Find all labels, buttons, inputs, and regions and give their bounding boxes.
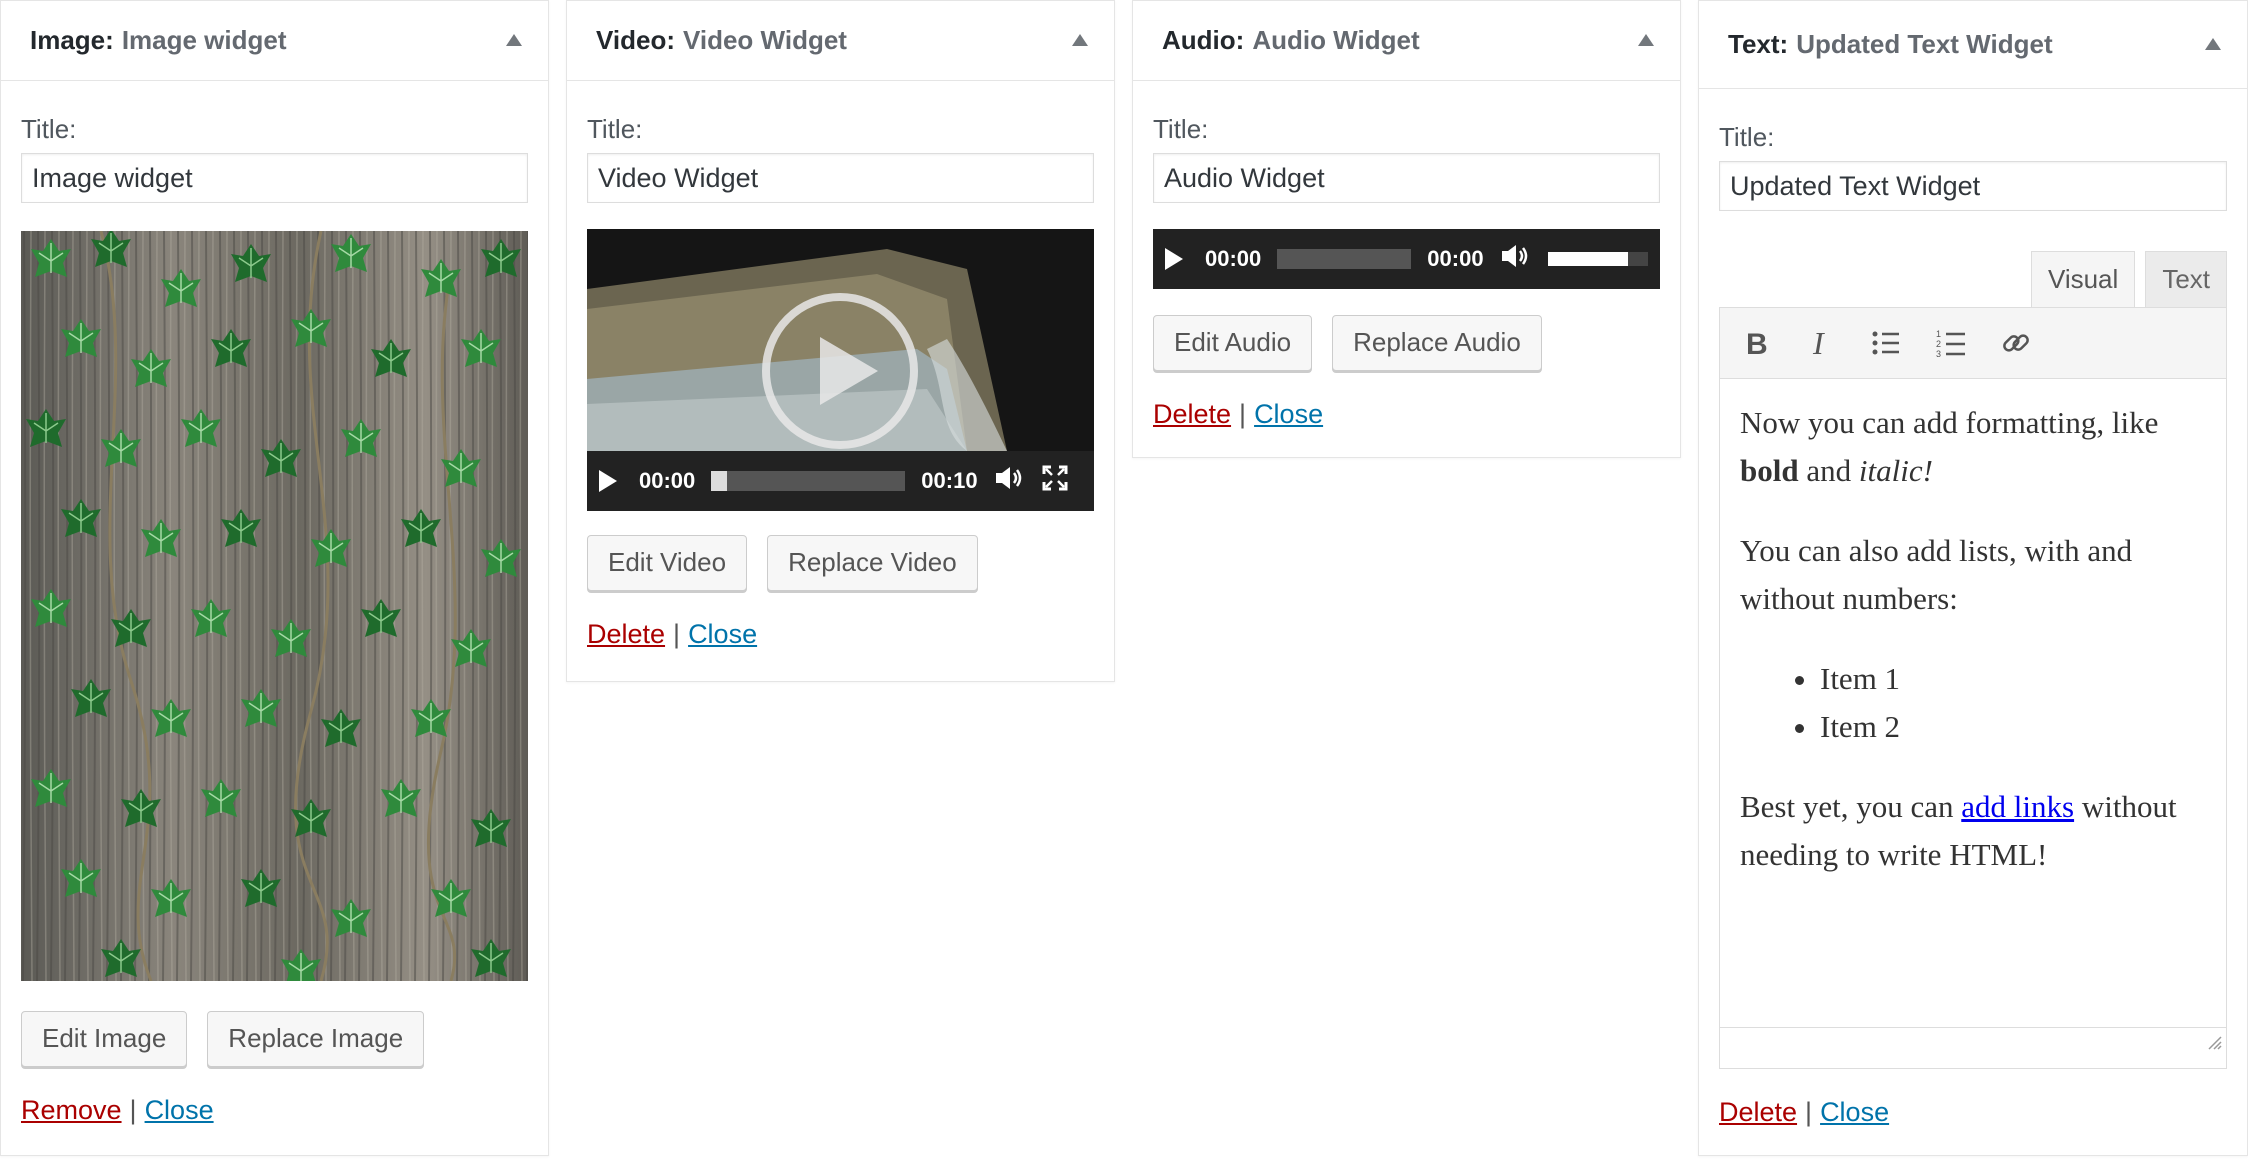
collapse-toggle-icon[interactable] bbox=[506, 33, 522, 46]
collapse-toggle-icon[interactable] bbox=[2205, 37, 2221, 50]
image-widget: Image: Image widget Title: Image widget … bbox=[0, 0, 549, 1156]
link-separator: | bbox=[1805, 1097, 1813, 1127]
progress-rail[interactable] bbox=[711, 471, 906, 491]
link-separator: | bbox=[129, 1095, 137, 1125]
delete-link[interactable]: Delete bbox=[1719, 1097, 1797, 1127]
play-icon[interactable] bbox=[1165, 248, 1183, 270]
content-paragraph: You can also add lists, with and without… bbox=[1740, 533, 2133, 616]
duration: 00:10 bbox=[921, 468, 978, 493]
svg-text:3: 3 bbox=[1936, 349, 1941, 358]
title-input[interactable] bbox=[21, 153, 528, 203]
numbered-list-icon[interactable]: 123 bbox=[1933, 325, 1969, 361]
close-link[interactable]: Close bbox=[1254, 399, 1323, 429]
video-controls: 00:00 00:10 bbox=[587, 451, 1094, 511]
bold-icon[interactable]: B bbox=[1738, 325, 1774, 361]
editor-tabs: Visual Text bbox=[1719, 251, 2227, 307]
video-widget: Video: Video Widget Title: 00:00 00:10 bbox=[566, 0, 1115, 682]
content-paragraph: Now you can add formatting, like bold an… bbox=[1740, 405, 2159, 488]
fullscreen-icon[interactable] bbox=[1042, 465, 1068, 497]
title-input[interactable] bbox=[587, 153, 1094, 203]
ivy-bark-photo bbox=[21, 231, 528, 981]
audio-widget-header[interactable]: Audio: Audio Widget bbox=[1133, 1, 1680, 81]
title-input[interactable] bbox=[1153, 153, 1660, 203]
progress-rail[interactable] bbox=[1277, 249, 1412, 269]
widget-type-label: Text: bbox=[1728, 29, 1789, 59]
replace-audio-button[interactable]: Replace Audio bbox=[1332, 315, 1542, 371]
audio-widget: Audio: Audio Widget Title: 00:00 00:00 E… bbox=[1132, 0, 1681, 458]
volume-icon[interactable] bbox=[994, 465, 1024, 497]
image-widget-header[interactable]: Image: Image widget bbox=[1, 1, 548, 81]
edit-image-button[interactable]: Edit Image bbox=[21, 1011, 188, 1067]
delete-link[interactable]: Delete bbox=[1153, 399, 1231, 429]
title-label: Title: bbox=[21, 114, 77, 144]
close-link[interactable]: Close bbox=[1820, 1097, 1889, 1127]
tab-visual[interactable]: Visual bbox=[2030, 251, 2136, 307]
editor-statusbar bbox=[1720, 1027, 2226, 1068]
content-paragraph: Best yet, you can add links without need… bbox=[1740, 789, 2177, 872]
edit-audio-button[interactable]: Edit Audio bbox=[1153, 315, 1313, 371]
title-label: Title: bbox=[1719, 122, 1775, 152]
image-preview bbox=[21, 231, 528, 981]
title-label: Title: bbox=[587, 114, 643, 144]
link-separator: | bbox=[1239, 399, 1247, 429]
svg-text:I: I bbox=[1812, 327, 1825, 359]
svg-text:1: 1 bbox=[1936, 329, 1941, 339]
title-input[interactable] bbox=[1719, 161, 2227, 211]
text-widget-header[interactable]: Text: Updated Text Widget bbox=[1699, 1, 2247, 89]
list-item: Item 2 bbox=[1820, 703, 2206, 751]
close-link[interactable]: Close bbox=[145, 1095, 214, 1125]
close-link[interactable]: Close bbox=[688, 619, 757, 649]
duration: 00:00 bbox=[1427, 246, 1484, 271]
video-widget-header[interactable]: Video: Video Widget bbox=[567, 1, 1114, 81]
link-separator: | bbox=[673, 619, 681, 649]
title-label: Title: bbox=[1153, 114, 1209, 144]
remove-link[interactable]: Remove bbox=[21, 1095, 122, 1125]
italic-icon[interactable]: I bbox=[1803, 325, 1839, 361]
edit-video-button[interactable]: Edit Video bbox=[587, 535, 748, 591]
collapse-toggle-icon[interactable] bbox=[1072, 33, 1088, 46]
volume-slider[interactable] bbox=[1547, 252, 1648, 266]
italic-text: italic! bbox=[1858, 453, 1933, 488]
resize-handle-icon[interactable] bbox=[2206, 1016, 2222, 1064]
video-player[interactable]: 00:00 00:10 bbox=[587, 229, 1094, 511]
audio-player: 00:00 00:00 bbox=[1153, 229, 1660, 289]
widget-type-label: Image: bbox=[30, 25, 114, 55]
content-link[interactable]: add links bbox=[1961, 789, 2074, 824]
replace-video-button[interactable]: Replace Video bbox=[767, 535, 978, 591]
delete-link[interactable]: Delete bbox=[587, 619, 665, 649]
widget-type-label: Video: bbox=[596, 25, 675, 55]
current-time: 00:00 bbox=[639, 468, 696, 493]
content-list: Item 1 Item 2 bbox=[1740, 655, 2206, 751]
editor-toolbar: B I 123 bbox=[1719, 307, 2227, 379]
list-item: Item 1 bbox=[1820, 655, 2206, 703]
current-time: 00:00 bbox=[1205, 246, 1262, 271]
volume-icon[interactable] bbox=[1500, 243, 1530, 275]
widget-name: Updated Text Widget bbox=[1796, 29, 2053, 59]
replace-image-button[interactable]: Replace Image bbox=[207, 1011, 425, 1067]
widget-type-label: Audio: bbox=[1162, 25, 1245, 55]
tab-text[interactable]: Text bbox=[2145, 251, 2227, 307]
bold-text: bold bbox=[1740, 453, 1799, 488]
svg-text:B: B bbox=[1746, 328, 1768, 359]
link-icon[interactable] bbox=[1998, 325, 2034, 361]
video-poster bbox=[587, 229, 1094, 451]
bullet-list-icon[interactable] bbox=[1868, 325, 1904, 361]
widget-name: Audio Widget bbox=[1252, 25, 1420, 55]
widget-name: Image widget bbox=[121, 25, 287, 55]
play-icon[interactable] bbox=[599, 470, 617, 492]
svg-text:2: 2 bbox=[1936, 339, 1941, 349]
text-widget: Text: Updated Text Widget Title: Visual … bbox=[1698, 0, 2248, 1156]
editor-content[interactable]: Now you can add formatting, like bold an… bbox=[1719, 379, 2227, 1069]
widget-name: Video Widget bbox=[682, 25, 847, 55]
collapse-toggle-icon[interactable] bbox=[1638, 33, 1654, 46]
